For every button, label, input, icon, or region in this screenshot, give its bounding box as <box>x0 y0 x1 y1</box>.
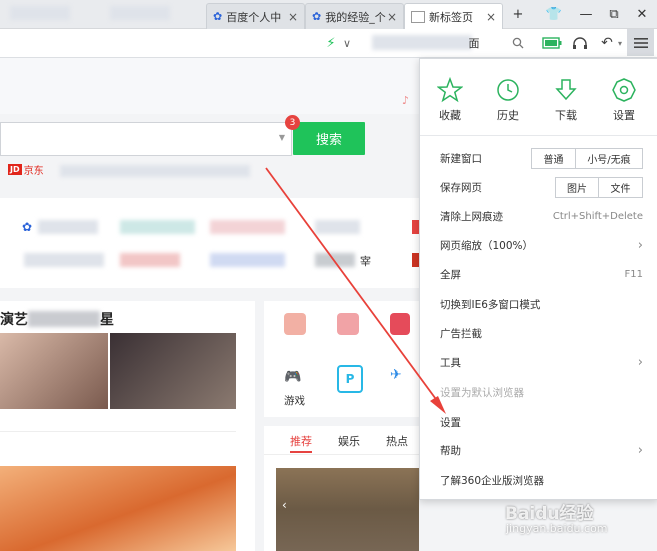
tab-baidu-personal[interactable]: ✿ 百度个人中 × <box>206 3 305 29</box>
address-toolbar: ⚡ ∨ 面 ↶ ▾ <box>0 29 657 58</box>
watermark-url: jingyan.baidu.com <box>506 522 608 535</box>
menu-item-ie6-mode[interactable]: 切换到IE6多窗口模式 <box>440 293 643 315</box>
baidu-paw-icon: ✿ <box>312 10 322 23</box>
apps-panel: 🎮 游戏 P ✈ <box>264 301 419 417</box>
watermark-logo: Baidu经验 <box>505 504 594 524</box>
menu-item-fullscreen[interactable]: 全屏 F11 <box>440 263 643 285</box>
site-label[interactable]: 宰 <box>360 253 371 269</box>
menu-item-clear-history[interactable]: 清除上网痕迹 Ctrl+Shift+Delete <box>440 205 643 227</box>
news-image[interactable]: ‹ <box>276 468 419 551</box>
undo-icon[interactable]: ↶ <box>598 33 616 53</box>
entertainment-panel: 演艺 星 <box>0 301 255 551</box>
chevron-right-icon: › <box>637 442 643 458</box>
tab-close-icon[interactable]: × <box>486 10 496 24</box>
menu-item-tools[interactable]: 工具 › <box>440 351 643 373</box>
news-tab-recommend[interactable]: 推荐 <box>290 433 312 453</box>
menu-item-default-browser: 设置为默认浏览器 <box>440 386 524 399</box>
shortcut-text: Ctrl+Shift+Delete <box>552 210 643 222</box>
url-text[interactable]: 面 <box>466 33 482 53</box>
new-window-normal-button[interactable]: 普通 <box>531 148 576 169</box>
notification-badge: 3 <box>285 115 300 130</box>
chevron-right-icon: › <box>637 354 643 370</box>
jd-logo: JD <box>8 164 22 175</box>
news-title: 演艺 <box>0 312 28 328</box>
search-dropdown-icon[interactable]: ▼ <box>279 133 285 142</box>
app-icon[interactable] <box>337 313 359 335</box>
download-icon <box>553 77 579 103</box>
tab-new-tab[interactable]: 新标签页 × <box>404 3 503 29</box>
browser-menu: 收藏 历史 下载 设置 新建窗口 普通 小号/无痕 保存网页 图片 文件 清除上… <box>419 58 657 500</box>
jd-label: 京东 <box>23 166 44 177</box>
shortcut-text: F11 <box>624 268 643 280</box>
menu-item-help[interactable]: 帮助 › <box>440 439 643 461</box>
chevron-right-icon: › <box>637 237 643 253</box>
menu-item-zoom[interactable]: 网页缩放（100%） › <box>440 234 643 256</box>
new-tab-button[interactable]: + <box>507 4 529 24</box>
video-app-icon[interactable]: P <box>337 365 363 393</box>
skin-icon[interactable]: 👕 <box>543 4 565 24</box>
save-as-file-button[interactable]: 文件 <box>598 177 643 198</box>
app-label[interactable]: 游戏 <box>284 393 305 408</box>
favorites-button[interactable]: 收藏 <box>424 76 476 123</box>
new-tab-icon <box>411 10 425 23</box>
search-icon[interactable] <box>510 33 526 53</box>
tab-label: 新标签页 <box>429 10 473 24</box>
chevron-left-icon[interactable]: ‹ <box>282 498 287 512</box>
plane-icon[interactable]: ✈ <box>390 367 412 385</box>
chevron-down-icon[interactable]: ▾ <box>617 33 623 53</box>
clock-icon <box>495 77 521 103</box>
restore-button[interactable]: ⧉ <box>603 4 625 24</box>
game-icon[interactable]: 🎮 <box>284 369 306 387</box>
news-feed: 推荐 娱乐 热点 ‹ <box>264 426 419 551</box>
minimize-button[interactable]: — <box>575 4 597 24</box>
tab-label: 百度个人中 <box>226 10 282 24</box>
speed-mode-icon[interactable]: ⚡ <box>324 33 338 53</box>
save-as-image-button[interactable]: 图片 <box>555 177 599 198</box>
baidu-paw-icon: ✿ <box>213 10 223 23</box>
site-icon[interactable] <box>412 220 419 234</box>
hamburger-icon <box>633 37 648 48</box>
news-image[interactable] <box>0 333 108 409</box>
menu-item-settings[interactable]: 设置 <box>440 411 643 433</box>
page-header: ♪ <box>0 58 419 114</box>
gear-icon <box>611 77 637 103</box>
news-title-suffix: 星 <box>100 312 114 328</box>
menu-item-enterprise[interactable]: 了解360企业版浏览器 <box>440 469 643 491</box>
news-tab-entertainment[interactable]: 娱乐 <box>338 433 360 454</box>
app-icon[interactable] <box>284 313 306 335</box>
tab-close-icon[interactable]: × <box>387 10 397 24</box>
new-window-incognito-button[interactable]: 小号/无痕 <box>575 148 643 169</box>
close-window-button[interactable]: ✕ <box>631 4 653 24</box>
settings-button[interactable]: 设置 <box>598 77 650 123</box>
mode-dropdown-icon[interactable]: ∨ <box>340 33 354 53</box>
tab-bar: ✿ 百度个人中 × ✿ 我的经验_个 × 新标签页 × + 👕 — ⧉ ✕ <box>0 0 657 29</box>
site-icon[interactable] <box>412 253 419 267</box>
menu-button[interactable] <box>627 29 654 56</box>
news-image-large[interactable] <box>0 466 236 551</box>
history-button[interactable]: 历史 <box>482 77 534 123</box>
news-image[interactable] <box>110 333 236 409</box>
tab-close-icon[interactable]: × <box>288 10 298 24</box>
star-icon <box>436 76 464 103</box>
app-icon[interactable] <box>390 313 410 335</box>
downloads-button[interactable]: 下载 <box>540 77 592 123</box>
search-button[interactable]: 搜索 <box>293 122 365 155</box>
tab-my-experience[interactable]: ✿ 我的经验_个 × <box>305 3 404 29</box>
menu-item-ad-block[interactable]: 广告拦截 <box>440 322 643 344</box>
tab-label: 我的经验_个 <box>325 10 386 24</box>
site-grid: ✿ 宰 <box>0 198 419 288</box>
news-tab-hot[interactable]: 热点 <box>386 433 408 454</box>
baidu-paw-icon[interactable]: ✿ <box>22 220 32 234</box>
jd-link[interactable]: JD 京东 <box>8 162 44 177</box>
headphones-icon[interactable] <box>570 33 590 53</box>
battery-icon[interactable] <box>541 33 563 53</box>
bell-icon[interactable]: ♪ <box>402 94 409 107</box>
search-input[interactable]: ▼ <box>0 122 292 156</box>
